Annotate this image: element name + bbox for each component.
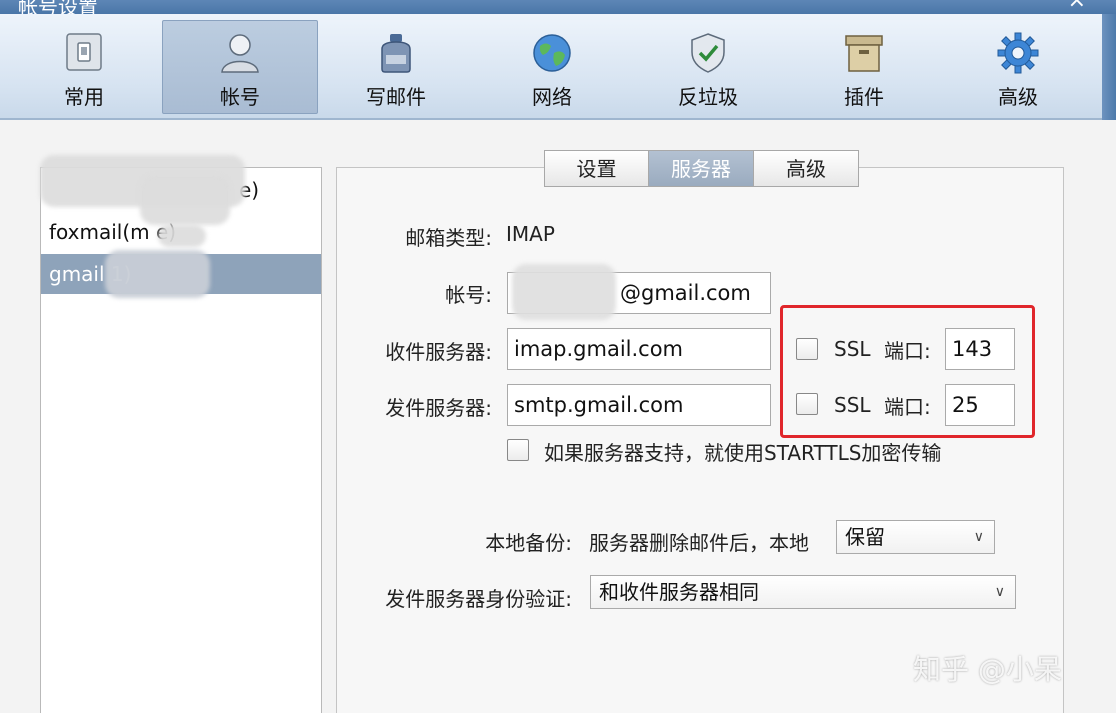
- globe-icon: [533, 34, 571, 72]
- outgoing-server-label: 发件服务器:: [385, 396, 492, 420]
- settings-subtabs: 设置 服务器 高级: [544, 150, 859, 187]
- local-backup-selected: 保留: [845, 525, 885, 549]
- account-label: 帐号:: [445, 283, 492, 307]
- blurred-region: [158, 225, 206, 247]
- shield-check-icon: [691, 33, 725, 73]
- close-icon[interactable]: ×: [1068, 0, 1086, 13]
- starttls-checkbox[interactable]: [507, 439, 529, 461]
- highlight-annotation-box: [780, 305, 1035, 438]
- tool-compose[interactable]: 写邮件: [318, 20, 474, 114]
- tool-label: 反垃圾: [678, 85, 738, 109]
- gear-icon: [997, 32, 1039, 74]
- tool-account[interactable]: 帐号: [162, 20, 318, 114]
- blurred-region: [512, 264, 616, 320]
- phone-icon: [66, 33, 102, 71]
- subtab-server[interactable]: 服务器: [649, 150, 754, 187]
- chevron-down-icon: ∨: [994, 584, 1005, 600]
- box-icon: [845, 35, 883, 72]
- subtab-settings[interactable]: 设置: [544, 150, 649, 187]
- tool-network[interactable]: 网络: [474, 20, 630, 114]
- smtp-auth-select[interactable]: 和收件服务器相同 ∨: [590, 575, 1016, 609]
- mailbox-type-label: 邮箱类型:: [405, 226, 492, 250]
- tool-label: 插件: [844, 85, 884, 109]
- ink-bottle-icon: [381, 34, 411, 73]
- incoming-server-label: 收件服务器:: [385, 340, 492, 364]
- tool-general[interactable]: 常用: [6, 20, 162, 114]
- blurred-region: [140, 175, 230, 225]
- user-icon: [221, 34, 259, 73]
- local-backup-desc: 服务器删除邮件后，本地: [589, 531, 809, 555]
- tool-antispam[interactable]: 反垃圾: [630, 20, 786, 114]
- tool-label: 写邮件: [366, 85, 426, 109]
- tool-advanced[interactable]: 高级: [940, 20, 1096, 114]
- settings-toolbar: 常用 帐号 写邮件 网络 反垃圾 插件 高级: [0, 14, 1116, 120]
- tool-label: 高级: [998, 85, 1038, 109]
- starttls-label: 如果服务器支持，就使用STARTTLS加密传输: [544, 441, 942, 465]
- blurred-region: [105, 250, 210, 298]
- mailbox-type-value: IMAP: [506, 222, 555, 246]
- outgoing-server-input[interactable]: smtp.gmail.com: [507, 384, 771, 426]
- account-list: e) foxmail(m e) gmail 1): [40, 167, 322, 713]
- local-backup-label: 本地备份:: [485, 531, 572, 555]
- tool-plugins[interactable]: 插件: [786, 20, 942, 114]
- account-settings-window: 帐号设置 × 常用 帐号 写邮件 网络 反垃圾 插件 高级 e) foxmail…: [0, 0, 1116, 713]
- incoming-server-input[interactable]: imap.gmail.com: [507, 328, 771, 370]
- chevron-down-icon: ∨: [973, 529, 984, 545]
- smtp-auth-selected: 和收件服务器相同: [599, 580, 759, 604]
- subtab-advanced[interactable]: 高级: [754, 150, 859, 187]
- tool-label: 常用: [64, 85, 104, 109]
- tool-label: 帐号: [220, 85, 260, 109]
- local-backup-select[interactable]: 保留 ∨: [836, 520, 995, 554]
- watermark: 知乎 @小呆: [913, 653, 1062, 686]
- tool-label: 网络: [532, 85, 572, 109]
- smtp-auth-label: 发件服务器身份验证:: [385, 587, 572, 611]
- title-bar: 帐号设置 ×: [0, 0, 1116, 19]
